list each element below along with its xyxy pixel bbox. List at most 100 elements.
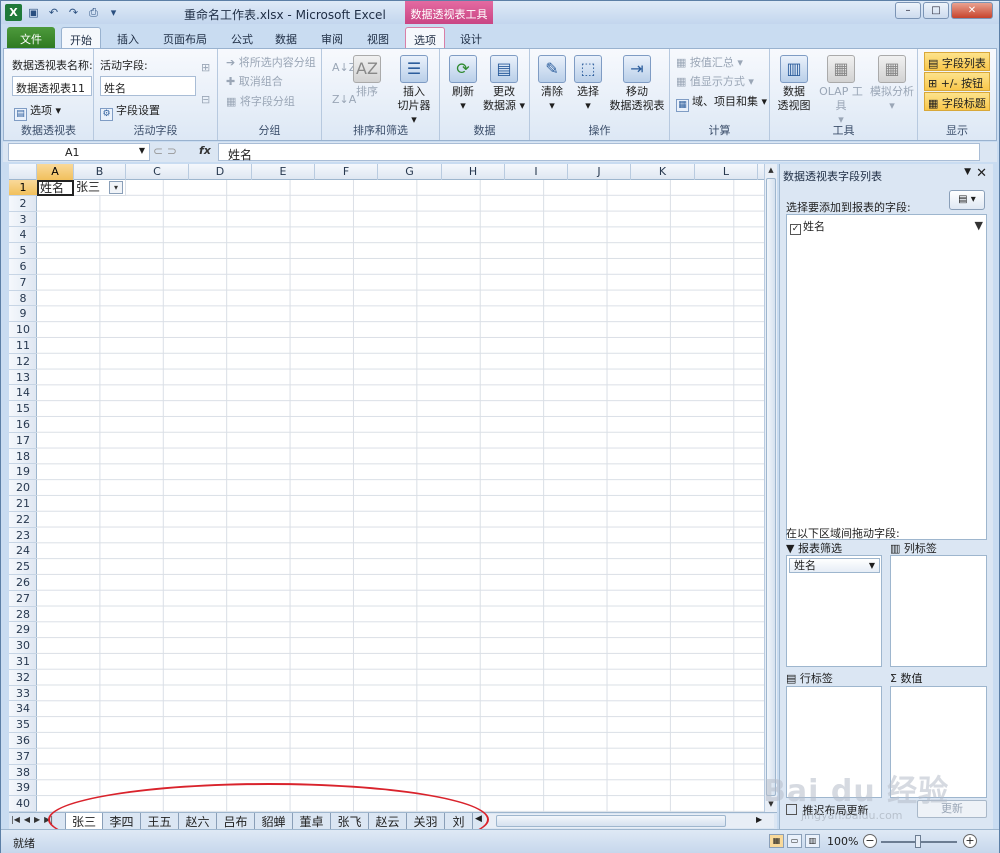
row-header[interactable]: 17 [9, 433, 37, 449]
row-header[interactable]: 32 [9, 670, 37, 686]
column-header[interactable]: G [378, 164, 442, 180]
row-header[interactable]: 39 [9, 780, 37, 797]
row-header[interactable]: 22 [9, 512, 37, 528]
row-header[interactable]: 38 [9, 765, 37, 781]
olap-tools-button[interactable]: ▦ OLAP 工具 ▾ [816, 55, 866, 127]
tab-home[interactable]: 开始 [61, 27, 101, 48]
first-sheet-icon[interactable]: |◀ [11, 815, 20, 824]
row-header[interactable]: 6 [9, 259, 37, 275]
row-header[interactable]: 10 [9, 322, 37, 338]
move-pivot-button[interactable]: ⇥ 移动 数据透视表 [608, 55, 666, 113]
cell-a1-selected[interactable]: 姓名 [37, 180, 74, 196]
horizontal-scroll-thumb[interactable] [496, 815, 726, 827]
vertical-scrollbar[interactable]: ▲ ▼ [764, 164, 777, 812]
pivot-name-input[interactable]: 数据透视表11 [12, 76, 92, 96]
row-header[interactable]: 29 [9, 622, 37, 639]
group-selection-button[interactable]: ➔ 将所选内容分组 [226, 54, 316, 70]
normal-view-icon[interactable]: ▦ [769, 834, 784, 848]
row-header[interactable]: 21 [9, 496, 37, 512]
row-header[interactable]: 25 [9, 559, 37, 575]
insert-function-button[interactable]: fx [199, 144, 211, 157]
row-header[interactable]: 20 [9, 480, 37, 496]
row-header[interactable]: 7 [9, 275, 37, 291]
sheet-tab[interactable]: 李四 [103, 813, 141, 829]
field-list-toggle[interactable]: ▤ 字段列表 [924, 52, 990, 71]
collapse-field-icon[interactable]: ⊟ [201, 93, 210, 106]
checkbox-checked-icon[interactable]: ✓ [790, 224, 801, 235]
minimize-icon[interactable]: – [895, 2, 921, 19]
clear-button[interactable]: ✎ 清除 ▾ [536, 55, 568, 113]
sheet-tab[interactable]: 刘 [445, 813, 473, 829]
save-icon[interactable]: ▣ [25, 4, 42, 21]
sheet-tab[interactable]: 王五 [141, 813, 179, 829]
plus-minus-toggle[interactable]: ⊞ +/- 按钮 [924, 72, 990, 91]
row-header[interactable]: 35 [9, 717, 37, 733]
row-header[interactable]: 15 [9, 401, 37, 417]
change-source-button[interactable]: ▤ 更改 数据源 ▾ [482, 55, 526, 113]
tab-design[interactable]: 设计 [452, 27, 490, 48]
show-values-button[interactable]: ▦ 值显示方式 ▾ [676, 73, 754, 89]
row-header[interactable]: 2 [9, 196, 37, 212]
formula-expand-icon[interactable]: ⊂ ⊃ [153, 144, 177, 158]
vertical-scroll-thumb[interactable] [766, 178, 776, 796]
column-header[interactable]: C [126, 164, 189, 180]
sheet-tab[interactable]: 张飞 [331, 813, 369, 829]
filter-field-chip[interactable]: 姓名 ▼ [789, 558, 880, 573]
prev-sheet-icon[interactable]: ◀ [24, 815, 30, 824]
select-button[interactable]: ⬚ 选择 ▾ [572, 55, 604, 113]
row-header[interactable]: 34 [9, 701, 37, 718]
insert-slicer-button[interactable]: ☰ 插入 切片器 ▾ [394, 55, 434, 127]
row-header[interactable]: 3 [9, 212, 37, 228]
row-header[interactable]: 28 [9, 607, 37, 623]
pane-close-icon[interactable]: ✕ [976, 166, 987, 181]
column-header[interactable]: J [568, 164, 631, 180]
row-header[interactable]: 16 [9, 417, 37, 433]
active-field-input[interactable]: 姓名 [100, 76, 196, 96]
report-filter-area[interactable]: 姓名 ▼ [786, 555, 882, 667]
column-header[interactable]: L [695, 164, 758, 180]
column-header[interactable]: D [189, 164, 252, 180]
chip-dropdown-icon[interactable]: ▼ [869, 559, 875, 572]
page-layout-view-icon[interactable]: ▭ [787, 834, 802, 848]
sort-button[interactable]: AZ 排序 [352, 55, 382, 99]
column-header[interactable]: I [505, 164, 568, 180]
redo-icon[interactable]: ↷ [65, 4, 82, 21]
row-header[interactable]: 11 [9, 338, 37, 354]
page-break-view-icon[interactable]: ▥ [805, 834, 820, 848]
sheet-tab[interactable]: 赵云 [369, 813, 407, 829]
row-header[interactable]: 4 [9, 227, 37, 244]
close-icon[interactable]: ✕ [951, 2, 993, 19]
maximize-icon[interactable]: □ [923, 2, 949, 19]
sheet-tab[interactable]: 张三 [65, 813, 103, 829]
row-header[interactable]: 40 [9, 796, 37, 812]
field-headers-toggle[interactable]: ▦ 字段标题 [924, 92, 990, 111]
group-field-button[interactable]: ▦ 将字段分组 [226, 93, 295, 109]
field-list-box[interactable]: ✓ 姓名 ▼ [786, 214, 987, 540]
field-item[interactable]: ✓ 姓名 [790, 218, 825, 235]
sheet-tab[interactable]: 赵六 [179, 813, 217, 829]
row-header[interactable]: 5 [9, 243, 37, 259]
field-settings-button[interactable]: ⚙ 字段设置 [100, 102, 160, 121]
row-header[interactable]: 9 [9, 306, 37, 323]
tab-review[interactable]: 审阅 [313, 27, 351, 48]
formula-input[interactable]: 姓名 [218, 143, 980, 162]
row-header[interactable]: 37 [9, 749, 37, 765]
tab-data[interactable]: 数据 [267, 27, 305, 48]
zoom-out-icon[interactable]: − [863, 834, 877, 848]
row-header[interactable]: 8 [9, 291, 37, 307]
zoom-slider-knob[interactable] [915, 835, 921, 848]
column-labels-area[interactable] [890, 555, 987, 667]
zoom-in-icon[interactable]: + [963, 834, 977, 848]
name-box-dropdown-icon[interactable]: ▼ [139, 146, 145, 155]
next-sheet-icon[interactable]: ▶ [34, 815, 40, 824]
undo-icon[interactable]: ↶ [45, 4, 62, 21]
column-header[interactable]: H [442, 164, 505, 180]
customize-qat-icon[interactable]: ▾ [105, 4, 122, 21]
row-header[interactable]: 19 [9, 464, 37, 481]
row-header[interactable]: 12 [9, 354, 37, 370]
sheet-tab[interactable]: 貂蝉 [255, 813, 293, 829]
column-header[interactable]: F [315, 164, 378, 180]
tab-page-layout[interactable]: 页面布局 [155, 27, 215, 48]
row-header[interactable]: 13 [9, 370, 37, 386]
cell-area[interactable] [37, 180, 764, 812]
